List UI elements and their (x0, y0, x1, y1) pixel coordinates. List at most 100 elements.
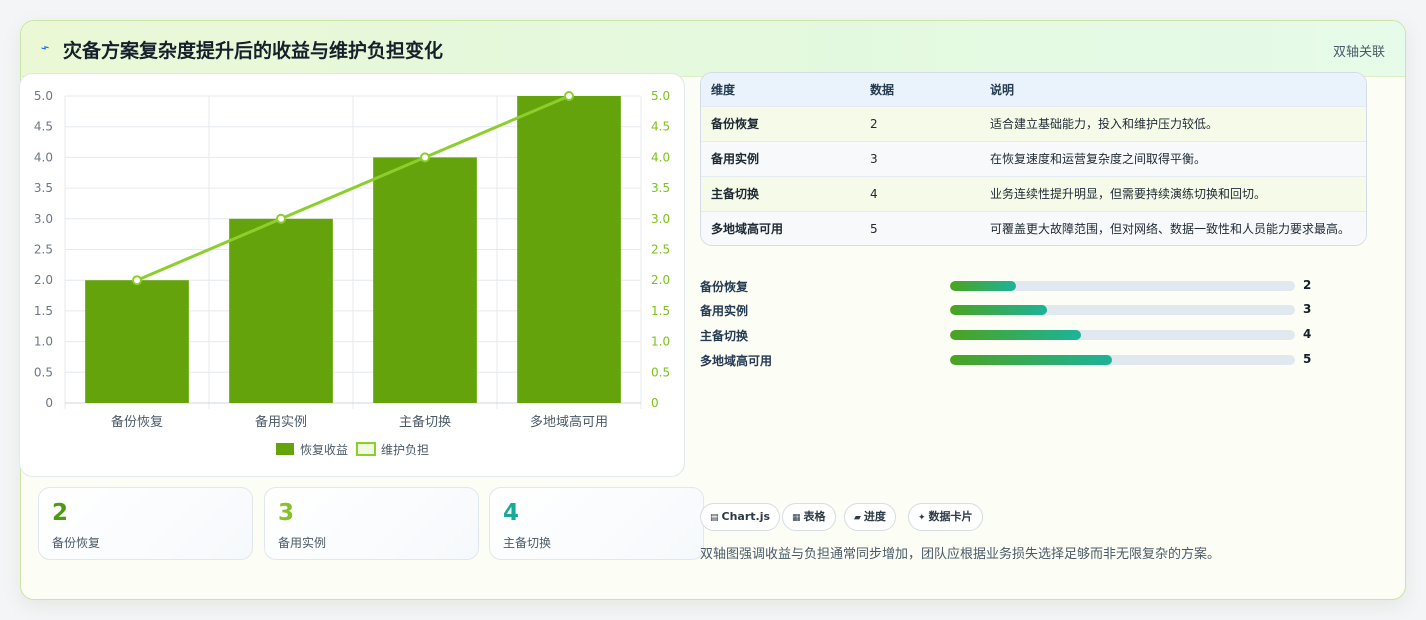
stat-value: 3 (278, 500, 295, 526)
chip-chartjs[interactable]: ▤ Chart.js (700, 503, 781, 531)
y-tick-label: 1.5 (34, 304, 53, 318)
progress-track (950, 281, 1295, 291)
table-cell: 5 (860, 210, 980, 245)
y-tick-label: 1.0 (34, 335, 53, 349)
card-header: ⌁ 灾备方案复杂度提升后的收益与维护负担变化 双轴关联 (21, 21, 1405, 77)
table-cell: 4 (860, 175, 980, 211)
progress-label: 备份恢复 (700, 280, 749, 294)
footnote: 双轴图强调收益与负担通常同步增加，团队应根据业务损失选择足够而非无限复杂的方案。 (700, 547, 1221, 562)
progress-track (950, 305, 1295, 315)
chip-label: 数据卡片 (928, 510, 973, 523)
progress-value: 5 (1303, 352, 1312, 366)
progress-icon: ▰ (854, 513, 861, 523)
line-point (276, 213, 286, 224)
progress-label: 备用实例 (700, 304, 749, 318)
stat-label: 备份恢复 (52, 536, 101, 550)
y2-tick-label: 3.0 (651, 212, 670, 226)
progress-row: 备用实例 3 (700, 301, 1340, 319)
chip-progress[interactable]: ▰ 进度 (844, 503, 896, 531)
table-header-description: 说明 (990, 82, 1015, 97)
bar (373, 157, 477, 403)
sparkle-icon: ✦ (918, 513, 926, 523)
progress-track (950, 355, 1295, 365)
y-tick-label: 3.0 (34, 212, 53, 226)
progress-fill (950, 330, 1082, 340)
chart-icon: ▤ (710, 513, 719, 523)
chip-label: Chart.js (721, 510, 771, 523)
table-row: 多地域高可用 5 可覆盖更大故障范围，但对网络、数据一致性和人员能力要求最高。 (701, 210, 1366, 245)
table-cell: 业务连续性提升明显，但需要持续演练切换和回切。 (980, 175, 1366, 211)
y-tick-label: 4.0 (34, 150, 53, 164)
y2-tick-label: 5.0 (651, 89, 670, 103)
y2-tick-label: 2.0 (651, 273, 670, 287)
progress-row: 主备切换 4 (700, 326, 1340, 344)
y2-tick-label: 1.5 (651, 304, 670, 318)
bar (85, 280, 189, 403)
line-point (420, 152, 430, 163)
line-point (132, 275, 142, 286)
progress-fill (950, 281, 1016, 291)
table-cell: 备用实例 (701, 140, 860, 176)
progress-value: 3 (1303, 302, 1312, 316)
table-row: 备份恢复 2 适合建立基础能力，投入和维护压力较低。 (701, 105, 1366, 141)
y2-tick-label: 2.5 (651, 243, 670, 257)
y-tick-label: 2.0 (34, 273, 53, 287)
progress-label: 多地域高可用 (700, 354, 773, 368)
table-row: 备用实例 3 在恢复速度和运营复杂度之间取得平衡。 (701, 140, 1366, 176)
progress-fill (950, 305, 1047, 315)
table-cell: 备份恢复 (701, 105, 860, 141)
table-header-data: 数据 (870, 82, 895, 97)
table-cell: 在恢复速度和运营复杂度之间取得平衡。 (980, 140, 1366, 176)
x-tick-label: 主备切换 (399, 414, 451, 430)
table-cell: 可覆盖更大故障范围，但对网络、数据一致性和人员能力要求最高。 (980, 210, 1366, 245)
y2-tick-label: 0 (651, 396, 659, 410)
x-tick-label: 备份恢复 (111, 414, 163, 430)
table-header-row: 维度 数据 说明 (701, 73, 1366, 106)
y-tick-label: 4.5 (34, 120, 53, 134)
stat-card-failover: 4 主备切换 (489, 487, 704, 560)
progress-row: 备份恢复 2 (700, 277, 1340, 295)
y2-tick-label: 1.0 (651, 335, 670, 349)
legend-swatch-bar (276, 443, 294, 455)
y2-tick-label: 0.5 (651, 365, 670, 379)
data-table: 维度 数据 说明 备份恢复 2 适合建立基础能力，投入和维护压力较低。 备用实例… (700, 72, 1367, 246)
y2-tick-label: 4.0 (651, 150, 670, 164)
table-icon: ▦ (792, 513, 801, 523)
legend-label: 维护负担 (381, 443, 429, 457)
lightning-icon: ⌁ (38, 39, 52, 57)
y-tick-label: 2.5 (34, 243, 53, 257)
chip-table[interactable]: ▦ 表格 (782, 503, 836, 531)
progress-row: 多地域高可用 5 (700, 351, 1340, 369)
progress-value: 2 (1303, 278, 1312, 292)
stat-card-backup: 2 备份恢复 (38, 487, 253, 560)
progress-label: 主备切换 (700, 329, 749, 343)
line-point (564, 91, 574, 101)
table-header-dimension: 维度 (711, 82, 736, 97)
table-cell: 主备切换 (701, 175, 860, 211)
page-title: 灾备方案复杂度提升后的收益与维护负担变化 (63, 40, 444, 62)
y2-tick-label: 4.5 (651, 120, 670, 134)
legend-label: 恢复收益 (300, 443, 348, 457)
stat-value: 2 (52, 500, 69, 526)
dual-axis-tag: 双轴关联 (1332, 45, 1385, 60)
y-tick-label: 5.0 (34, 89, 53, 103)
bar (229, 218, 333, 403)
x-tick-label: 备用实例 (255, 414, 307, 430)
table-cell: 2 (860, 105, 980, 141)
y2-tick-label: 3.5 (651, 181, 670, 195)
table-row: 主备切换 4 业务连续性提升明显，但需要持续演练切换和回切。 (701, 175, 1366, 211)
table-cell: 3 (860, 140, 980, 176)
stat-value: 4 (503, 500, 520, 526)
chip-label: 进度 (863, 510, 886, 523)
y-tick-label: 0 (45, 396, 53, 410)
y-tick-label: 0.5 (34, 365, 53, 379)
chart-panel: 0 0.5 1.0 1.5 2.0 2.5 3.0 3.5 4.0 4.5 5.0 0 0.5 1.0 1.… (19, 73, 685, 477)
progress-value: 4 (1303, 327, 1312, 341)
stat-label: 备用实例 (278, 536, 327, 550)
chip-data-cards[interactable]: ✦ 数据卡片 (908, 503, 983, 531)
table-cell: 适合建立基础能力，投入和维护压力较低。 (980, 105, 1366, 141)
stat-label: 主备切换 (503, 536, 552, 550)
y-tick-label: 3.5 (34, 181, 53, 195)
x-tick-label: 多地域高可用 (530, 414, 608, 430)
progress-fill (950, 355, 1113, 365)
